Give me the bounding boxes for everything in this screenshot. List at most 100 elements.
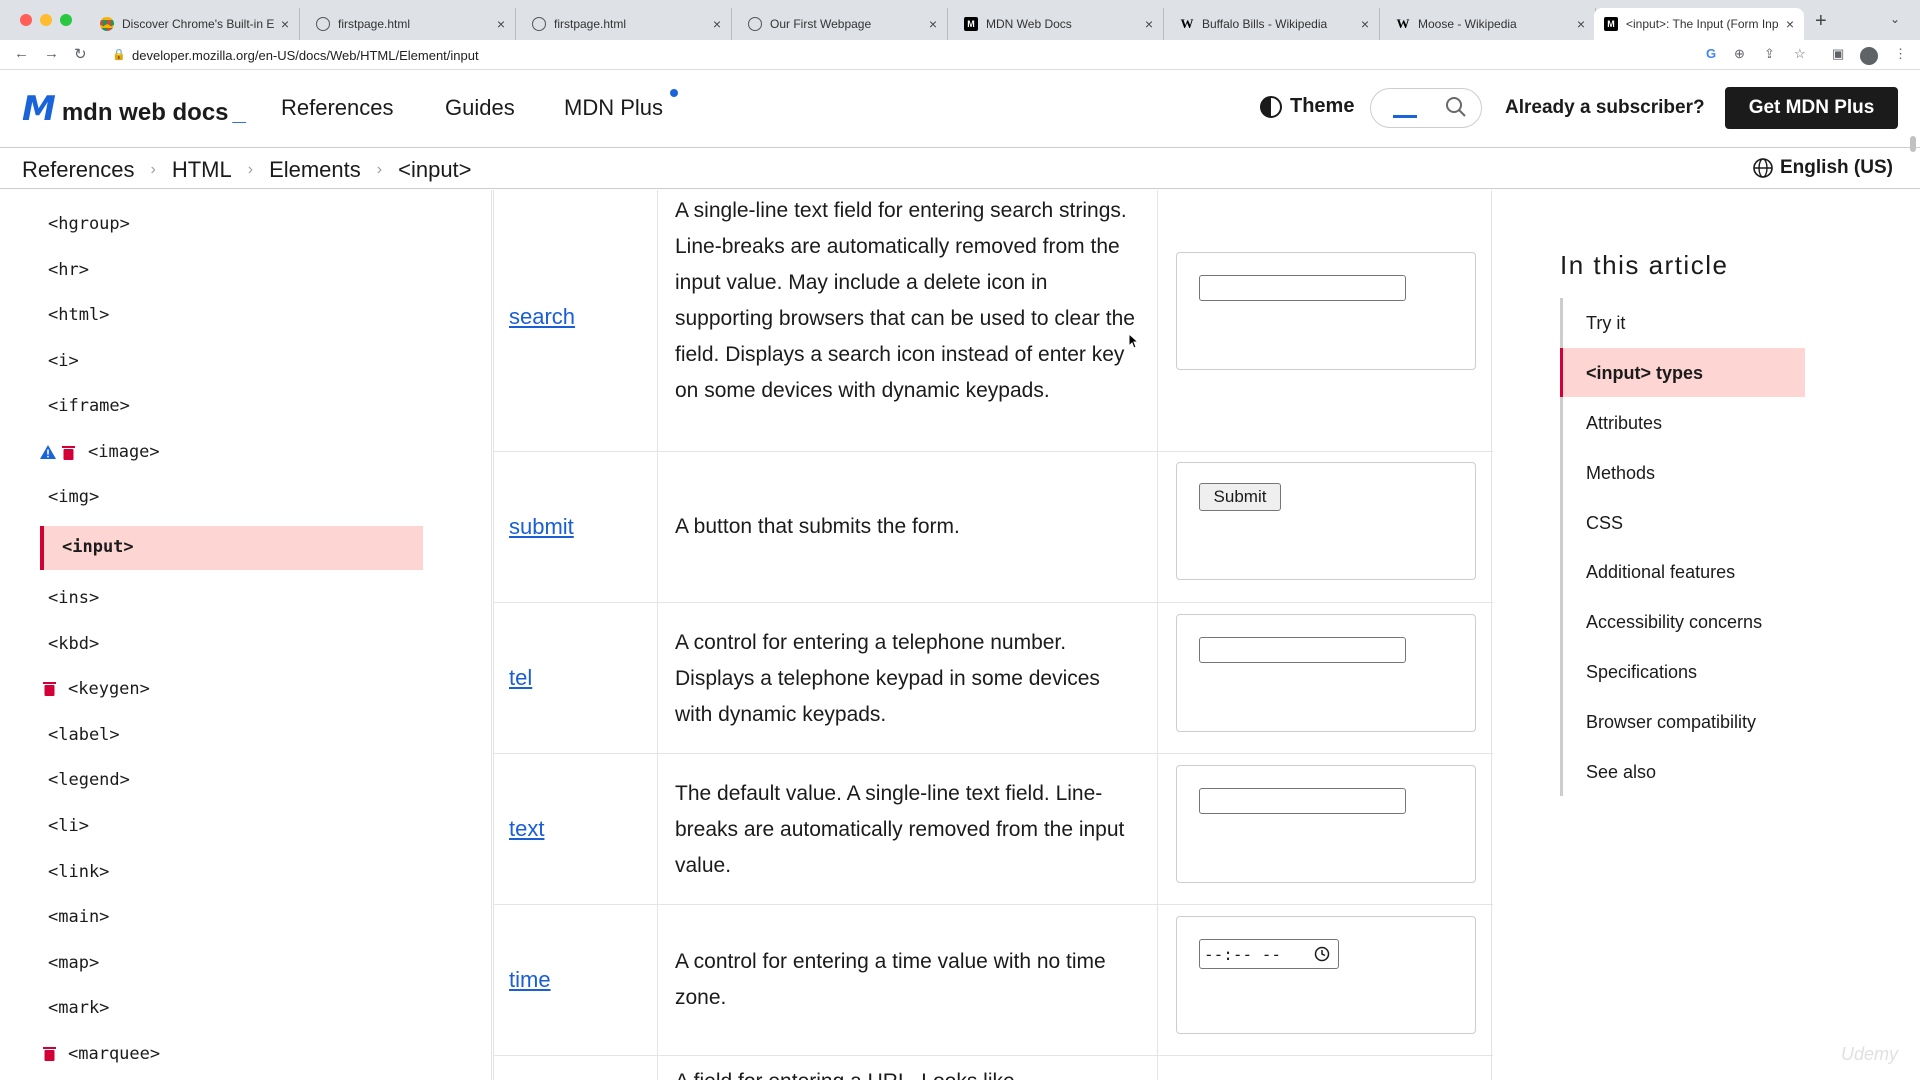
profile-avatar[interactable] bbox=[1860, 47, 1878, 65]
row-divider bbox=[493, 753, 1493, 754]
close-tab-icon[interactable]: × bbox=[1361, 16, 1369, 32]
reload-icon[interactable]: ↻ bbox=[74, 45, 87, 63]
breadcrumb-references[interactable]: References bbox=[22, 157, 135, 183]
close-tab-icon[interactable]: × bbox=[1577, 16, 1585, 32]
google-icon[interactable]: G bbox=[1706, 46, 1716, 61]
close-tab-icon[interactable]: × bbox=[281, 16, 289, 32]
back-icon[interactable]: ← bbox=[14, 45, 29, 62]
page-scrollbar[interactable] bbox=[1910, 136, 1916, 152]
theme-button[interactable]: Theme bbox=[1260, 95, 1354, 118]
sidebar-item-kbd[interactable]: <kbd> bbox=[48, 634, 99, 654]
breadcrumb-bar: References › HTML › Elements › <input> E… bbox=[0, 149, 1920, 189]
chevron-right-icon: › bbox=[376, 161, 383, 178]
sidebar-item-marquee[interactable]: <marquee> bbox=[68, 1044, 160, 1064]
browser-tab[interactable]: W Moose - Wikipedia × bbox=[1386, 8, 1596, 40]
browser-tab[interactable]: W Buffalo Bills - Wikipedia × bbox=[1170, 8, 1380, 40]
sidebar-item-hgroup[interactable]: <hgroup> bbox=[48, 214, 130, 234]
toc-item-see-also[interactable]: See also bbox=[1586, 762, 1656, 783]
forward-icon[interactable]: → bbox=[44, 45, 59, 62]
bookmark-star-icon[interactable]: ☆ bbox=[1794, 46, 1806, 62]
tab-title: <input>: The Input (Form Inp bbox=[1626, 17, 1779, 31]
sidebar-item-li[interactable]: <li> bbox=[48, 816, 89, 836]
side-panel-icon[interactable]: ▣ bbox=[1832, 46, 1844, 62]
sidebar-item-mark[interactable]: <mark> bbox=[48, 998, 109, 1018]
logo-cursor: _ bbox=[232, 99, 246, 126]
clock-icon[interactable] bbox=[1314, 946, 1330, 962]
sidebar-item-link[interactable]: <link> bbox=[48, 862, 109, 882]
browser-tab[interactable]: M MDN Web Docs × bbox=[954, 8, 1164, 40]
search-icon[interactable] bbox=[1445, 96, 1467, 118]
sidebar-item-label[interactable]: <label> bbox=[48, 725, 120, 745]
chevron-down-icon[interactable]: ⌄ bbox=[1890, 12, 1900, 26]
globe-icon bbox=[1753, 158, 1773, 178]
tel-demo-input[interactable] bbox=[1199, 637, 1406, 663]
tab-title: firstpage.html bbox=[554, 17, 627, 31]
sidebar-item-keygen[interactable]: <keygen> bbox=[68, 679, 150, 699]
search-demo-input[interactable] bbox=[1199, 275, 1406, 301]
language-label: English (US) bbox=[1780, 157, 1893, 178]
row-divider bbox=[493, 1055, 1493, 1056]
nav-mdn-plus[interactable]: MDN Plus bbox=[564, 95, 663, 121]
submit-demo-button[interactable]: Submit bbox=[1199, 483, 1281, 511]
trash-icon bbox=[43, 682, 56, 696]
sidebar-item-i[interactable]: <i> bbox=[48, 351, 79, 371]
toc-item-additional-features[interactable]: Additional features bbox=[1586, 562, 1735, 583]
close-tab-icon[interactable]: × bbox=[713, 16, 721, 32]
mdn-logo[interactable]: M mdn web docs _ bbox=[22, 89, 246, 129]
time-placeholder: --:-- -- bbox=[1204, 944, 1282, 964]
minimize-window-button[interactable] bbox=[40, 14, 52, 26]
toc-item-browser-compatibility[interactable]: Browser compatibility bbox=[1586, 712, 1756, 733]
breadcrumb-input[interactable]: <input> bbox=[398, 157, 471, 183]
time-demo-input[interactable]: --:-- -- bbox=[1199, 939, 1339, 969]
search-input[interactable] bbox=[1370, 88, 1482, 128]
type-link-submit[interactable]: submit bbox=[509, 514, 574, 540]
toc-item-attributes[interactable]: Attributes bbox=[1586, 413, 1662, 434]
type-description: A control for entering a telephone numbe… bbox=[675, 631, 1100, 726]
sidebar-item-iframe[interactable]: <iframe> bbox=[48, 396, 130, 416]
close-tab-icon[interactable]: × bbox=[497, 16, 505, 32]
demo-box: Submit bbox=[1176, 462, 1476, 580]
sidebar-item-hr[interactable]: <hr> bbox=[48, 260, 89, 280]
already-subscriber-link[interactable]: Already a subscriber? bbox=[1505, 97, 1705, 119]
maximize-window-button[interactable] bbox=[60, 14, 72, 26]
close-tab-icon[interactable]: × bbox=[1786, 16, 1794, 32]
toc-item-input-types[interactable]: <input> types bbox=[1586, 363, 1703, 384]
type-link-tel[interactable]: tel bbox=[509, 665, 532, 691]
sidebar-item-image[interactable]: <image> bbox=[88, 442, 160, 462]
sidebar-item-legend[interactable]: <legend> bbox=[48, 770, 130, 790]
share-icon[interactable]: ⇪ bbox=[1764, 46, 1775, 62]
browser-tab-active[interactable]: M <input>: The Input (Form Inp × bbox=[1594, 8, 1804, 40]
close-window-button[interactable] bbox=[20, 14, 32, 26]
type-link-time[interactable]: time bbox=[509, 967, 551, 993]
sidebar-item-ins[interactable]: <ins> bbox=[48, 588, 99, 608]
toc-item-css[interactable]: CSS bbox=[1586, 513, 1623, 534]
browser-tab[interactable]: firstpage.html × bbox=[522, 8, 732, 40]
text-demo-input[interactable] bbox=[1199, 788, 1406, 814]
type-link-search[interactable]: search bbox=[509, 304, 575, 330]
type-link-text[interactable]: text bbox=[509, 816, 544, 842]
new-tab-icon[interactable]: + bbox=[1815, 10, 1827, 33]
browser-tab[interactable]: Our First Webpage × bbox=[738, 8, 948, 40]
kebab-menu-icon[interactable]: ⋮ bbox=[1894, 46, 1907, 62]
get-mdn-plus-button[interactable]: Get MDN Plus bbox=[1725, 87, 1898, 129]
browser-tab[interactable]: firstpage.html × bbox=[306, 8, 516, 40]
toc-item-try-it[interactable]: Try it bbox=[1586, 313, 1625, 334]
nav-guides[interactable]: Guides bbox=[445, 95, 515, 121]
close-tab-icon[interactable]: × bbox=[1145, 16, 1153, 32]
sidebar-item-html[interactable]: <html> bbox=[48, 305, 109, 325]
sidebar-item-img[interactable]: <img> bbox=[48, 487, 99, 507]
url-field[interactable]: developer.mozilla.org/en-US/docs/Web/HTM… bbox=[132, 48, 479, 63]
toc-item-methods[interactable]: Methods bbox=[1586, 463, 1655, 484]
zoom-icon[interactable]: ⊕ bbox=[1734, 46, 1745, 62]
nav-references[interactable]: References bbox=[281, 95, 394, 121]
browser-tab[interactable]: Discover Chrome's Built-in E × bbox=[90, 8, 300, 40]
sidebar-item-input[interactable]: <input> bbox=[62, 537, 134, 557]
toc-item-accessibility-concerns[interactable]: Accessibility concerns bbox=[1586, 612, 1762, 633]
sidebar-item-main[interactable]: <main> bbox=[48, 907, 109, 927]
language-selector[interactable]: English (US) bbox=[1752, 157, 1893, 179]
toc-item-specifications[interactable]: Specifications bbox=[1586, 662, 1697, 683]
breadcrumb-elements[interactable]: Elements bbox=[269, 157, 361, 183]
sidebar-item-map[interactable]: <map> bbox=[48, 953, 99, 973]
breadcrumb-html[interactable]: HTML bbox=[172, 157, 232, 183]
close-tab-icon[interactable]: × bbox=[929, 16, 937, 32]
